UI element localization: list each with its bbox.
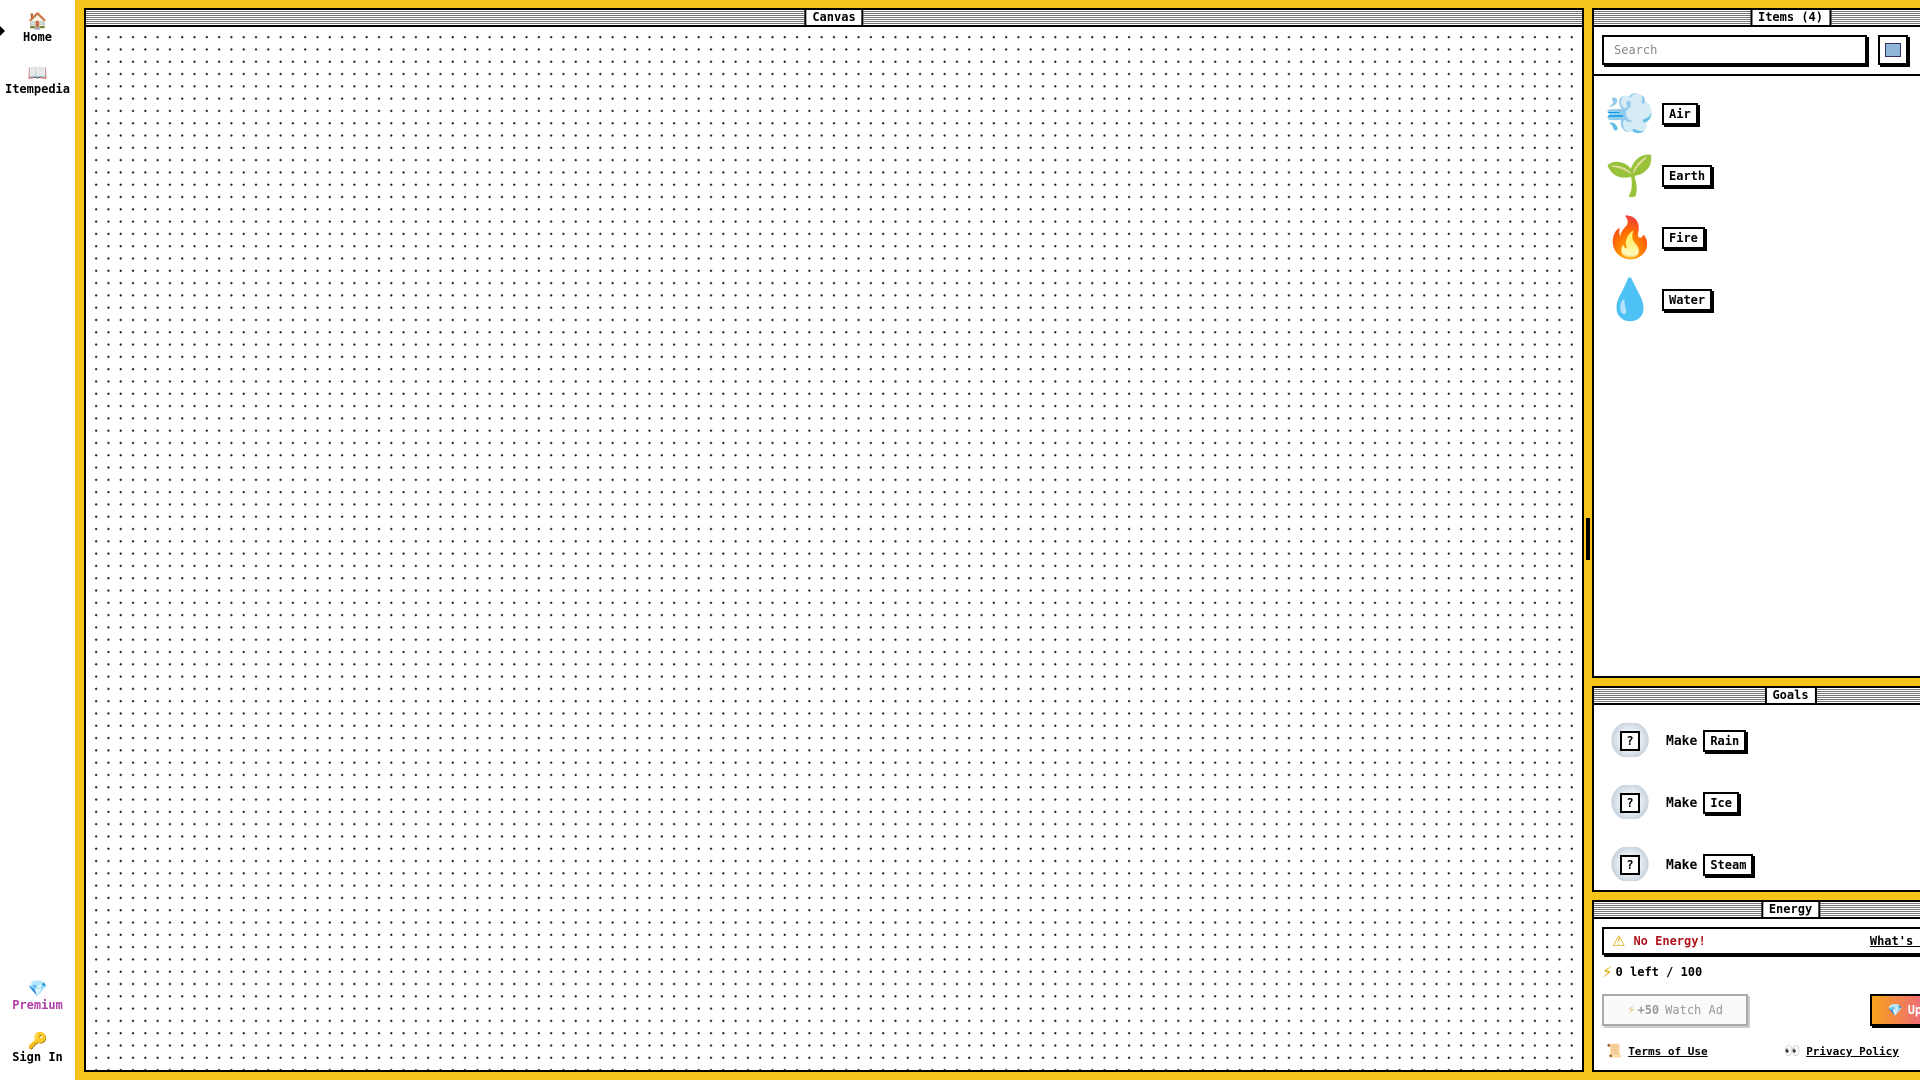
nav-home-button[interactable]: 🏠 Home	[0, 12, 75, 45]
eyes-icon: 👀	[1784, 1044, 1801, 1059]
nav-home-label: Home	[23, 30, 52, 44]
lightning-icon: ⚡	[1602, 963, 1613, 981]
fire-icon: 🔥	[1605, 215, 1655, 261]
goal-target: Rain	[1703, 730, 1747, 752]
canvas-area[interactable]	[86, 27, 1582, 1070]
energy-window: Energy ⚠ No Energy! What's Energy? ⚡ 0 l…	[1592, 900, 1920, 1072]
item-earth[interactable]: 🌱 Earth	[1604, 149, 1713, 203]
item-label: Air	[1662, 103, 1698, 125]
water-drop-icon: 💧	[1605, 277, 1655, 323]
goal-row[interactable]: ? Make Rain	[1606, 716, 1747, 766]
energy-titlebar: Energy	[1594, 902, 1920, 919]
watch-ad-bonus: +50	[1637, 1003, 1660, 1017]
item-air[interactable]: 💨 Air	[1604, 87, 1698, 141]
item-label: Earth	[1662, 165, 1713, 187]
nav-itempedia-button[interactable]: 📖 Itempedia	[0, 64, 75, 97]
mystery-cloud-icon: ?	[1606, 779, 1654, 827]
privacy-label: Privacy Policy	[1806, 1045, 1899, 1058]
lightning-icon: ⚡	[1627, 1003, 1636, 1017]
book-icon: 📖	[27, 63, 48, 82]
energy-count: ⚡ 0 left / 100	[1602, 963, 1702, 981]
gem-icon: 💎	[1887, 1003, 1903, 1017]
goal-make-label: Make	[1666, 857, 1698, 873]
home-icon: 🏠	[27, 11, 48, 30]
upgrade-button[interactable]: 💎 Upgrade	[1870, 994, 1920, 1026]
nav-signin-button[interactable]: 🔑 Sign In	[0, 1032, 75, 1065]
panel-resize-handle[interactable]	[1586, 518, 1590, 560]
goals-window: Goals ? Make Rain ? Make Ice ? Make Stea…	[1592, 686, 1920, 892]
search-input[interactable]	[1602, 35, 1867, 65]
nav-itempedia-label: Itempedia	[4, 82, 71, 96]
warning-icon: ⚠	[1612, 932, 1626, 950]
goal-row[interactable]: ? Make Ice	[1606, 778, 1739, 828]
goal-target: Steam	[1703, 854, 1754, 876]
energy-alert: ⚠ No Energy! What's Energy?	[1602, 927, 1920, 955]
nav-signin-label: Sign In	[12, 1050, 63, 1064]
left-nav: 🏠 Home 📖 Itempedia 💎 Premium 🔑 Sign In	[0, 0, 75, 1080]
goals-title: Goals	[1764, 688, 1817, 703]
mystery-cloud-icon: ?	[1606, 717, 1654, 765]
goals-titlebar: Goals	[1594, 688, 1920, 705]
privacy-policy-link[interactable]: 👀 Privacy Policy	[1784, 1044, 1899, 1059]
goal-make-label: Make	[1666, 795, 1698, 811]
no-energy-text: No Energy!	[1633, 934, 1706, 948]
watch-ad-label: Watch Ad	[1665, 1003, 1723, 1017]
nav-premium-label: Premium	[12, 998, 63, 1012]
key-icon: 🔑	[27, 1031, 48, 1050]
app-frame: Canvas Items (4) 💨 Air 🌱 Earth 🔥 Fire 💧 …	[75, 0, 1920, 1080]
sort-icon	[1885, 43, 1901, 57]
upgrade-label: Upgrade	[1907, 1003, 1920, 1017]
item-water[interactable]: 💧 Water	[1604, 273, 1713, 327]
wind-icon: 💨	[1605, 91, 1655, 137]
canvas-window: Canvas	[84, 8, 1584, 1072]
item-label: Water	[1662, 289, 1713, 311]
items-title: Items (4)	[1749, 10, 1832, 25]
nav-premium-button[interactable]: 💎 Premium	[0, 980, 75, 1013]
watch-ad-button[interactable]: ⚡ +50 Watch Ad	[1602, 994, 1748, 1026]
whats-energy-link[interactable]: What's Energy?	[1870, 934, 1920, 948]
seedling-icon: 🌱	[1605, 153, 1655, 199]
items-window: Items (4) 💨 Air 🌱 Earth 🔥 Fire 💧 Water	[1592, 8, 1920, 678]
terms-label: Terms of Use	[1628, 1045, 1708, 1058]
items-titlebar: Items (4)	[1594, 10, 1920, 27]
canvas-titlebar: Canvas	[86, 10, 1582, 27]
mystery-cloud-icon: ?	[1606, 841, 1654, 889]
items-divider	[1594, 74, 1920, 76]
item-label: Fire	[1662, 227, 1705, 249]
energy-title: Energy	[1760, 902, 1821, 917]
scroll-icon: 📜	[1606, 1044, 1623, 1059]
terms-of-use-link[interactable]: 📜 Terms of Use	[1606, 1044, 1708, 1059]
canvas-title: Canvas	[804, 10, 864, 25]
energy-count-text: 0 left / 100	[1615, 965, 1703, 979]
goal-target: Ice	[1703, 792, 1739, 814]
sort-button[interactable]	[1878, 35, 1908, 65]
gem-icon: 💎	[27, 979, 48, 998]
goal-row[interactable]: ? Make Steam	[1606, 840, 1754, 890]
goal-make-label: Make	[1666, 733, 1698, 749]
item-fire[interactable]: 🔥 Fire	[1604, 211, 1705, 265]
